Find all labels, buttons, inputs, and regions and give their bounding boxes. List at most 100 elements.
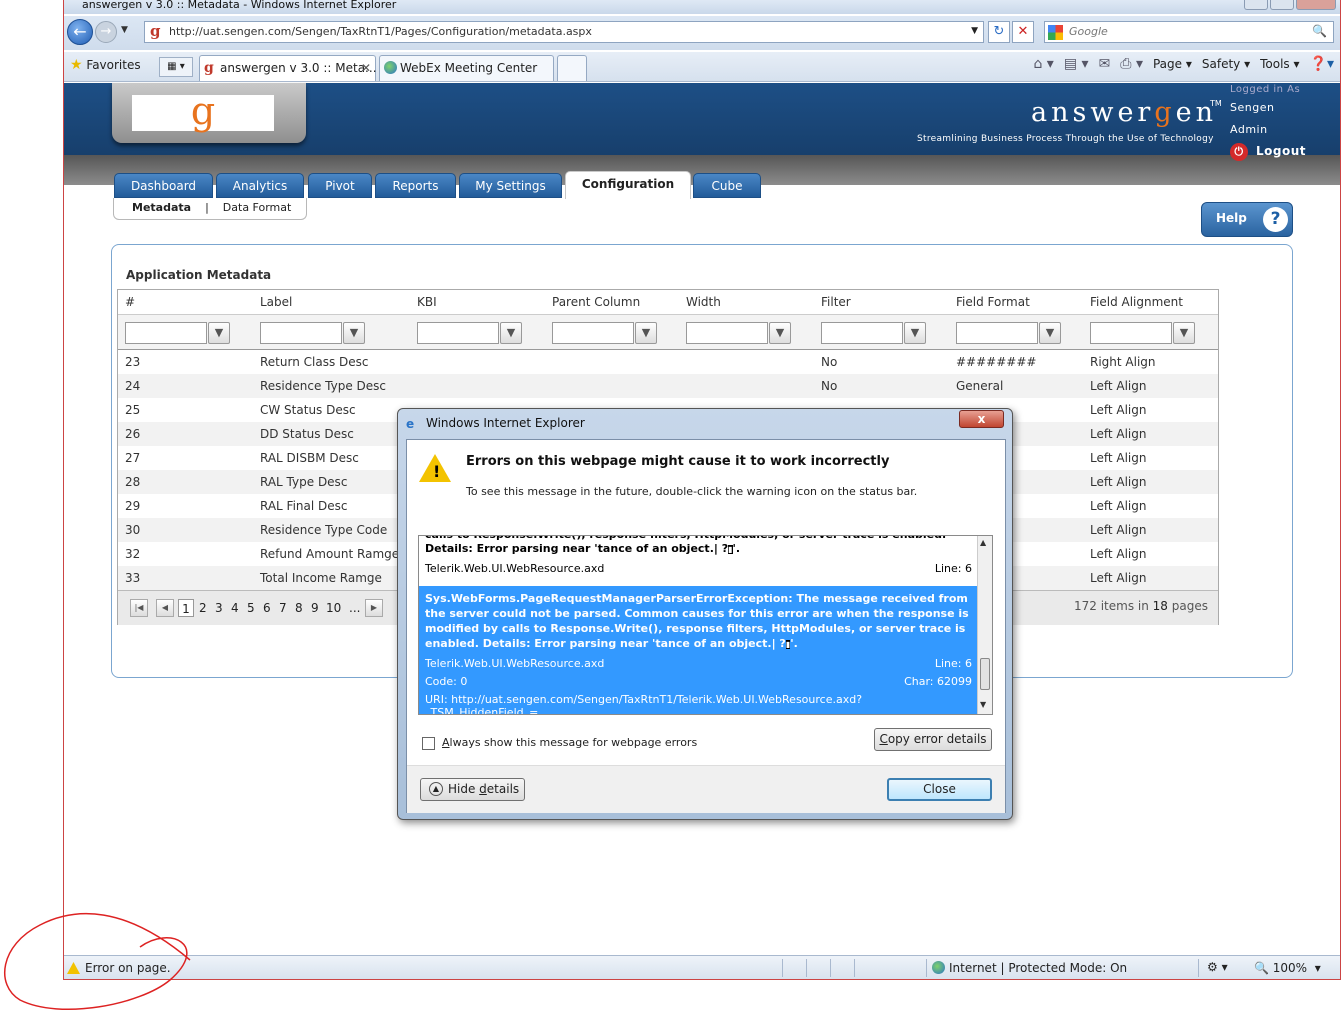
tab-dashboard[interactable]: Dashboard xyxy=(114,173,213,198)
filter-icon[interactable]: ▼ xyxy=(1039,322,1061,344)
page-number[interactable]: 4 xyxy=(231,599,239,617)
page-number[interactable]: 8 xyxy=(295,599,303,617)
safety-menu[interactable]: Safety ▾ xyxy=(1202,57,1250,71)
search-box[interactable]: Google 🔍 xyxy=(1044,21,1334,43)
url-text[interactable]: http://uat.sengen.com/Sengen/TaxRtnT1/Pa… xyxy=(169,25,592,38)
page-number[interactable]: 9 xyxy=(311,599,319,617)
filter-input[interactable] xyxy=(821,322,903,344)
filter-icon[interactable]: ▼ xyxy=(769,322,791,344)
protected-mode-icon[interactable]: ⚙ ▾ xyxy=(1207,960,1228,974)
help-label: Help xyxy=(1216,211,1247,225)
home-icon[interactable]: ⌂ ▾ xyxy=(1033,56,1053,72)
close-window-button[interactable] xyxy=(1296,0,1336,10)
minimize-button[interactable] xyxy=(1244,0,1268,10)
filter-input[interactable] xyxy=(552,322,634,344)
subnav-data-format[interactable]: Data Format xyxy=(223,201,292,214)
browser-tab-answergen[interactable]: g answergen v 3.0 :: Meta... ✕ xyxy=(199,55,377,81)
filter-input[interactable] xyxy=(956,322,1038,344)
page-number[interactable]: 6 xyxy=(263,599,271,617)
page-menu[interactable]: Page ▾ xyxy=(1153,57,1192,71)
page-number-more[interactable]: ... xyxy=(349,599,360,617)
next-page-icon[interactable]: ▶ xyxy=(365,599,383,617)
favorites-button[interactable]: ★ Favorites xyxy=(70,57,141,73)
search-icon[interactable]: 🔍 xyxy=(1312,24,1327,38)
mail-icon[interactable]: ✉ xyxy=(1099,56,1111,72)
tab-configuration[interactable]: Configuration xyxy=(565,171,691,199)
tab-label: WebEx Meeting Center xyxy=(400,61,538,75)
filter-icon[interactable]: ▼ xyxy=(500,322,522,344)
column-header-label[interactable]: Label xyxy=(260,290,292,314)
error-item[interactable]: calls to Response.Write(), response filt… xyxy=(419,536,978,580)
tab-my-settings[interactable]: My Settings xyxy=(459,173,562,198)
column-header-parent-column[interactable]: Parent Column xyxy=(552,290,640,314)
tools-menu[interactable]: Tools ▾ xyxy=(1260,57,1299,71)
feeds-icon[interactable]: ▤ ▾ xyxy=(1064,56,1089,72)
cell-align: Right Align xyxy=(1090,355,1156,369)
column-header-field-alignment[interactable]: Field Alignment xyxy=(1090,290,1183,314)
always-show-checkbox[interactable] xyxy=(422,737,435,750)
quick-tabs-icon[interactable]: ▦ ▾ xyxy=(159,57,193,77)
forward-button[interactable]: → xyxy=(95,21,117,43)
filter-input[interactable] xyxy=(260,322,342,344)
error-item-selected[interactable]: Sys.WebForms.PageRequestManagerParserErr… xyxy=(419,586,978,714)
error-list-scrollbar[interactable]: ▲ ▼ xyxy=(977,536,992,714)
filter-icon[interactable]: ▼ xyxy=(635,322,657,344)
page-number[interactable]: 5 xyxy=(247,599,255,617)
close-button[interactable]: Close xyxy=(887,778,992,801)
column-header-filter[interactable]: Filter xyxy=(821,290,851,314)
tab-cube[interactable]: Cube xyxy=(693,173,761,198)
zoom-level[interactable]: 🔍 100% ▾ xyxy=(1254,961,1321,975)
filter-icon[interactable]: ▼ xyxy=(1173,322,1195,344)
security-zone[interactable]: Internet | Protected Mode: On xyxy=(932,961,1127,975)
page-number[interactable]: 7 xyxy=(279,599,287,617)
maximize-button[interactable] xyxy=(1270,0,1294,10)
error-list[interactable]: calls to Response.Write(), response filt… xyxy=(418,535,993,715)
scroll-down-icon[interactable]: ▼ xyxy=(980,700,986,709)
browser-tab-webex[interactable]: WebEx Meeting Center xyxy=(379,55,554,81)
new-tab-button[interactable] xyxy=(557,55,587,81)
filter-icon[interactable]: ▼ xyxy=(904,322,926,344)
page-number[interactable]: 10 xyxy=(326,599,341,617)
print-icon[interactable]: ⎙ ▾ xyxy=(1120,56,1143,72)
filter-icon[interactable]: ▼ xyxy=(343,322,365,344)
first-page-icon[interactable]: |◀ xyxy=(130,599,148,617)
scroll-up-icon[interactable]: ▲ xyxy=(980,538,986,547)
page-number[interactable]: 3 xyxy=(215,599,223,617)
back-button[interactable]: ← xyxy=(67,19,93,45)
address-dropdown-icon[interactable]: ▼ xyxy=(971,26,978,36)
filter-icon[interactable]: ▼ xyxy=(208,322,230,344)
tab-pivot[interactable]: Pivot xyxy=(308,173,372,198)
page-number[interactable]: 2 xyxy=(199,599,207,617)
filter-input[interactable] xyxy=(1090,322,1172,344)
close-tab-icon[interactable]: ✕ xyxy=(361,56,371,80)
table-row[interactable]: 24 Residence Type Desc No General Left Align xyxy=(118,374,1218,398)
column-header-num[interactable]: # xyxy=(125,290,135,314)
column-header-kbi[interactable]: KBI xyxy=(417,290,437,314)
filter-input[interactable] xyxy=(686,322,768,344)
table-row[interactable]: 23 Return Class Desc No ######## Right Align xyxy=(118,350,1218,374)
address-bar[interactable]: g http://uat.sengen.com/Sengen/TaxRtnT1/… xyxy=(144,21,984,43)
filter-input[interactable] xyxy=(125,322,207,344)
column-header-width[interactable]: Width xyxy=(686,290,721,314)
refresh-icon[interactable]: ↻ xyxy=(988,21,1010,43)
scroll-thumb[interactable] xyxy=(980,658,990,690)
dialog-close-x-button[interactable]: x xyxy=(959,410,1004,428)
page-number-current[interactable]: 1 xyxy=(178,599,194,617)
filter-input[interactable] xyxy=(417,322,499,344)
tab-analytics[interactable]: Analytics xyxy=(216,173,304,198)
prev-page-icon[interactable]: ◀ xyxy=(156,599,174,617)
copy-error-details-button[interactable]: Copy error details xyxy=(874,728,992,751)
help-button[interactable]: Help? xyxy=(1201,202,1293,237)
column-header-field-format[interactable]: Field Format xyxy=(956,290,1030,314)
hide-details-button[interactable]: ▲ Hide details xyxy=(420,778,525,801)
stop-icon[interactable]: ✕ xyxy=(1012,21,1034,43)
items-label: items in xyxy=(1100,599,1149,613)
google-icon xyxy=(1048,25,1063,40)
subnav-metadata[interactable]: Metadata xyxy=(132,201,191,214)
tab-reports[interactable]: Reports xyxy=(375,173,456,198)
history-dropdown-icon[interactable]: ▼ xyxy=(121,25,128,35)
help-menu-icon[interactable]: ❓▾ xyxy=(1310,56,1334,72)
logout-button[interactable]: ⏻ Logout xyxy=(1230,143,1306,161)
logo[interactable]: g xyxy=(112,83,306,143)
always-show-label[interactable]: Always show this message for webpage err… xyxy=(442,736,697,749)
